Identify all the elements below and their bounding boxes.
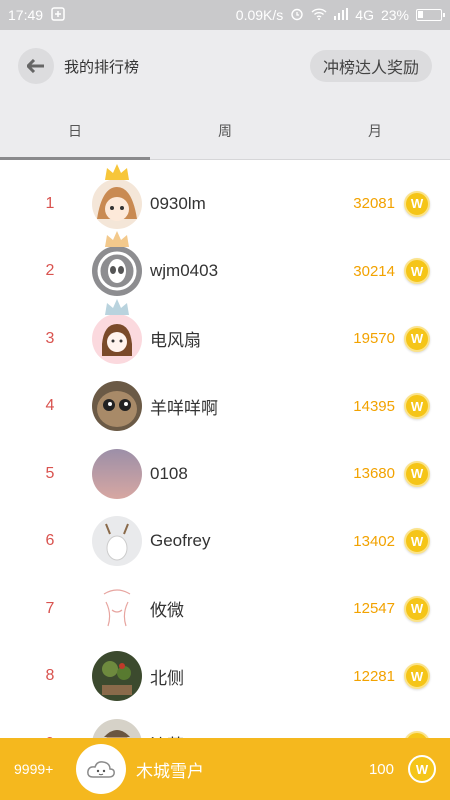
my-name: 木城雪户 (136, 761, 204, 781)
avatar[interactable] (92, 516, 142, 567)
ranking-row[interactable]: 1 0930lm 32081 W (0, 163, 450, 238)
network-type: 4G (355, 7, 374, 23)
coin-icon: W (404, 595, 430, 622)
user-name: 0108 (150, 463, 188, 483)
rank-number: 1 (45, 194, 55, 212)
rank-number: 8 (45, 667, 55, 685)
net-speed: 0.09K/s (235, 7, 284, 23)
user-name: 羊咩咩啊 (150, 398, 218, 418)
user-name: wjm0403 (150, 261, 219, 281)
rank-number: 4 (45, 397, 55, 415)
ranking-row[interactable]: 5 0108 13680 W (0, 440, 450, 508)
gold-crown-icon (105, 231, 129, 248)
user-name: 0930lm (150, 193, 206, 213)
coin-icon: W (408, 755, 436, 783)
page-title: 我的排行榜 (64, 58, 140, 76)
status-bar: 17:49 0.09K/s 4G 23% (0, 0, 450, 30)
score: 12281 (353, 667, 395, 685)
rank-number: 3 (45, 329, 55, 347)
avatar[interactable] (92, 178, 142, 229)
battery-icon (416, 9, 445, 21)
score: 32081 (353, 195, 395, 213)
coin-icon: W (404, 325, 430, 352)
reward-button[interactable]: 冲榜达人奖励 (309, 50, 432, 82)
ranking-row[interactable]: 6 Geofrey 13402 W (0, 508, 450, 576)
wifi-icon (311, 7, 327, 23)
rank-number: 6 (45, 532, 55, 550)
silver-crown-icon (105, 298, 129, 315)
rank-number: 2 (45, 262, 55, 280)
tab-day[interactable]: 日 (0, 102, 150, 160)
user-name: Geofrey (150, 531, 211, 551)
ranking-row[interactable]: 3 电风扇 19570 W (0, 298, 450, 373)
coin-icon: W (404, 528, 430, 555)
ranking-row[interactable]: 2 wjm0403 30214 W (0, 231, 450, 306)
rank-number: 7 (45, 599, 55, 617)
tab-month[interactable]: 月 (300, 102, 450, 159)
coin-icon: W (404, 460, 430, 487)
score: 14395 (353, 397, 395, 415)
score: 13402 (353, 532, 395, 550)
user-name: 北侧 (150, 668, 184, 688)
coin-icon: W (404, 663, 430, 690)
avatar[interactable] (92, 583, 142, 634)
my-avatar[interactable] (76, 744, 126, 794)
score: 12547 (353, 600, 395, 618)
my-rank: 9999+ (14, 761, 54, 777)
cloud-icon (87, 761, 115, 778)
status-time: 17:49 (8, 7, 44, 23)
avatar[interactable] (92, 651, 142, 702)
score: 19570 (353, 330, 395, 348)
my-score: 100 (368, 760, 394, 778)
signal-icon (334, 7, 349, 23)
coin-icon: W (404, 258, 430, 285)
gold-crown-icon (105, 163, 129, 180)
ranking-row[interactable]: 4 羊咩咩啊 14395 W (0, 373, 450, 441)
ranking-row[interactable]: 8 北侧 12281 W (0, 643, 450, 711)
ranking-list: 1 0930lm 32081 W 2 wjm0403 30214 W 3 电风扇… (0, 163, 450, 778)
my-ranking-bar[interactable]: 9999+ 木城雪户 100 W (0, 738, 450, 800)
user-name: 攸微 (150, 601, 184, 621)
avatar[interactable] (92, 381, 142, 432)
rank-number: 5 (45, 464, 55, 482)
coin-icon: W (404, 393, 430, 420)
screenshot-icon (51, 6, 65, 24)
alarm-icon (290, 7, 304, 24)
battery-percent: 23% (380, 7, 409, 23)
tab-week[interactable]: 周 (150, 102, 300, 159)
score: 13680 (353, 465, 395, 483)
avatar[interactable] (92, 448, 142, 499)
score: 30214 (353, 262, 395, 280)
coin-icon: W (404, 190, 430, 217)
back-button[interactable] (18, 48, 54, 84)
avatar[interactable] (92, 246, 142, 297)
period-tabs: 日 周 月 (0, 102, 450, 160)
header: 我的排行榜 冲榜达人奖励 (0, 30, 450, 102)
ranking-row[interactable]: 7 攸微 12547 W (0, 575, 450, 643)
back-arrow-icon (27, 59, 44, 73)
avatar[interactable] (92, 313, 142, 364)
user-name: 电风扇 (150, 331, 201, 351)
